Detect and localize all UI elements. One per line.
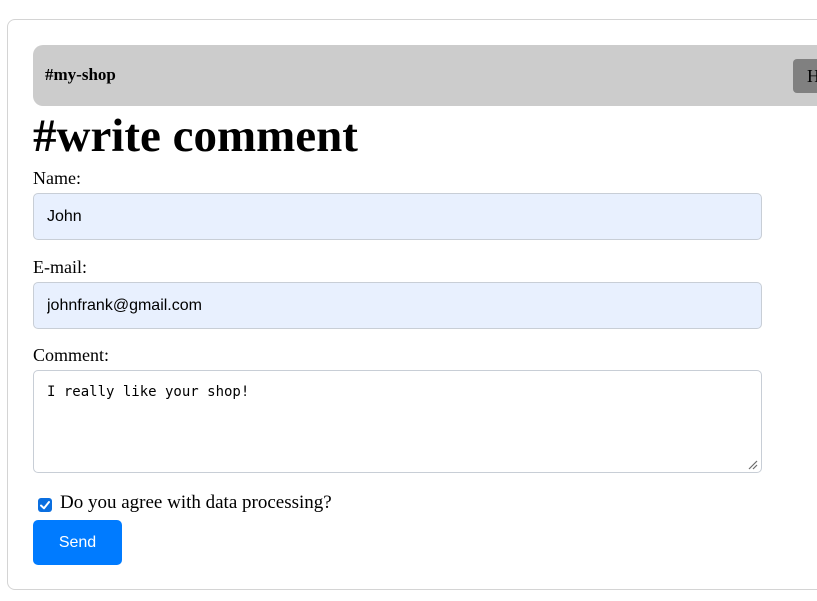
brand-logo-text[interactable]: #my-shop [45,65,116,85]
nav-home-button[interactable]: H [793,59,817,93]
agree-label[interactable]: Do you agree with data processing? [60,492,332,514]
send-button[interactable]: Send [33,520,122,565]
comment-textarea[interactable]: I really like your shop! [33,370,762,473]
agree-checkbox[interactable] [38,498,52,512]
name-input[interactable] [33,193,762,240]
email-label: E-mail: [33,257,87,277]
page-title: #write comment [33,110,358,162]
comment-label: Comment: [33,345,109,365]
name-label: Name: [33,168,81,188]
navbar: #my-shop H [33,45,817,106]
resize-handle-icon[interactable] [746,458,758,470]
email-input[interactable] [33,282,762,329]
checkmark-icon [40,501,50,510]
